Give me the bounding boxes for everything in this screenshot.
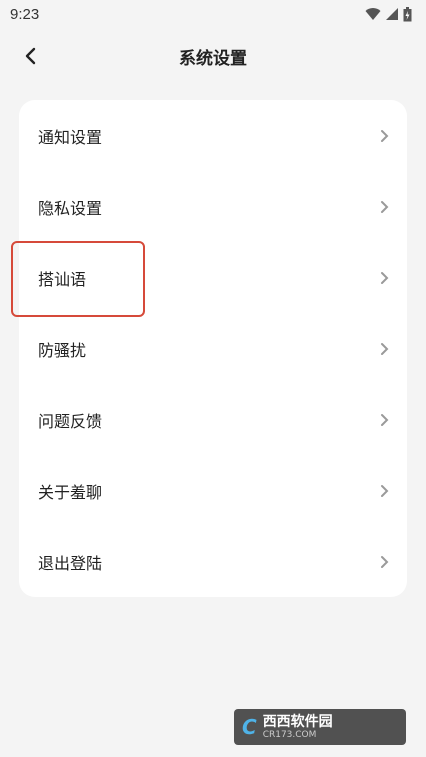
chevron-right-icon	[381, 484, 389, 497]
signal-icon	[386, 8, 398, 20]
menu-item-label: 防骚扰	[38, 340, 87, 360]
wifi-icon	[365, 8, 381, 20]
back-arrow-icon	[25, 47, 36, 65]
page-title: 系统设置	[179, 48, 247, 69]
menu-item-label: 隐私设置	[38, 198, 103, 218]
chevron-right-icon	[381, 342, 389, 355]
menu-item-label: 搭讪语	[38, 269, 87, 289]
settings-card: 通知设置 隐私设置 搭讪语 防骚扰 问题反馈 关于羞聊 退出登陆	[19, 100, 407, 597]
menu-item-notification-settings[interactable]: 通知设置	[19, 100, 407, 171]
watermark-sub-text: CR173.COM	[262, 729, 317, 740]
chevron-right-icon	[381, 200, 389, 213]
menu-item-about[interactable]: 关于羞聊	[19, 455, 407, 526]
chevron-right-icon	[381, 555, 389, 568]
chevron-right-icon	[381, 129, 389, 142]
menu-item-label: 通知设置	[38, 127, 103, 147]
chevron-right-icon	[381, 271, 389, 284]
menu-item-anti-harassment[interactable]: 防骚扰	[19, 313, 407, 384]
menu-item-greeting-phrases[interactable]: 搭讪语	[19, 242, 407, 313]
menu-item-label: 退出登陆	[38, 553, 103, 573]
header: 系统设置	[0, 28, 426, 84]
menu-item-privacy-settings[interactable]: 隐私设置	[19, 171, 407, 242]
menu-item-logout[interactable]: 退出登陆	[19, 526, 407, 597]
menu-item-label: 问题反馈	[38, 411, 103, 431]
status-icons	[365, 6, 412, 22]
watermark-main-text: 西西软件园	[262, 713, 333, 730]
battery-icon	[403, 6, 412, 21]
watermark: C 西西软件园 CR173.COM	[234, 709, 406, 745]
menu-item-label: 关于羞聊	[38, 482, 103, 502]
back-button[interactable]	[12, 38, 48, 74]
chevron-right-icon	[381, 413, 389, 426]
watermark-logo: C	[242, 715, 257, 739]
status-time: 9:23	[10, 5, 40, 23]
menu-item-feedback[interactable]: 问题反馈	[19, 384, 407, 455]
status-bar: 9:23	[0, 0, 426, 28]
